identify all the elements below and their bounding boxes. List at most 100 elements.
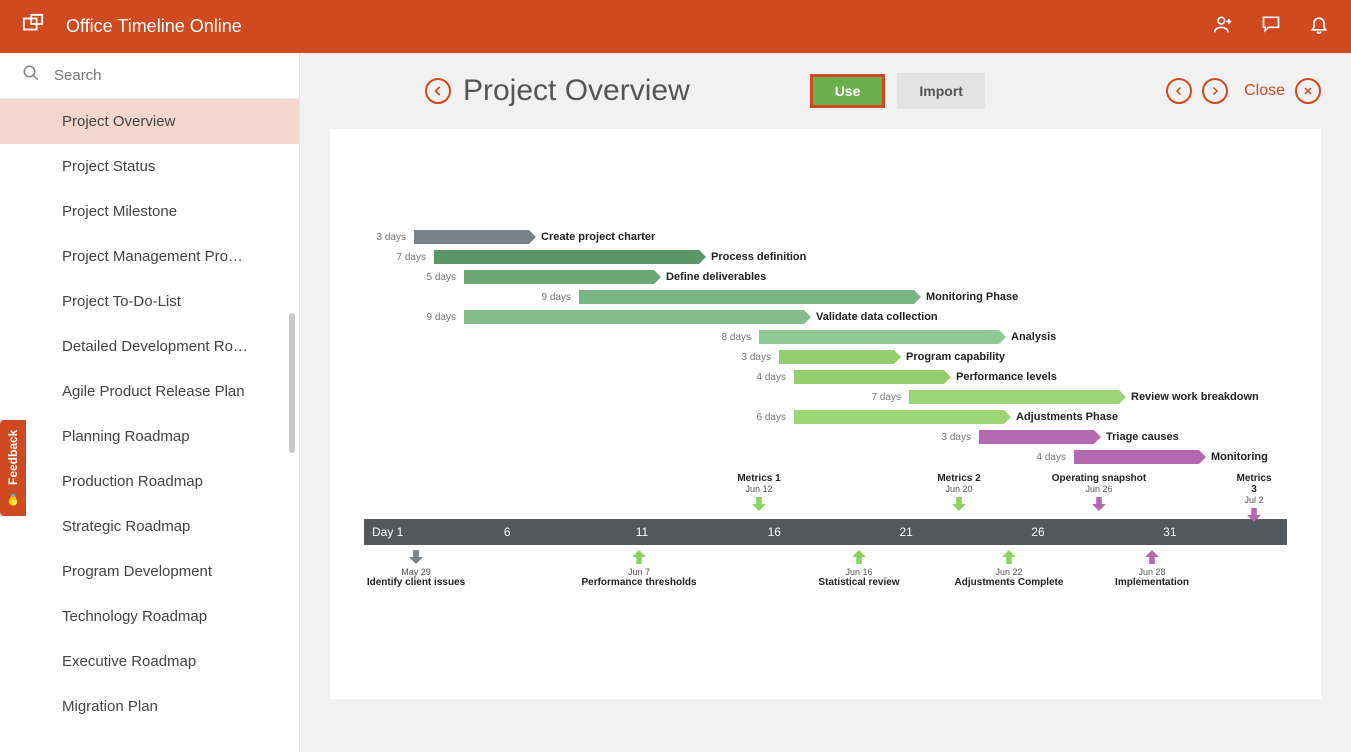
task-bar — [464, 270, 654, 284]
task-row: 5 daysDefine deliverables — [464, 269, 766, 285]
task-bar — [414, 230, 529, 244]
sidebar-item-program-development[interactable]: Program Development — [0, 549, 299, 594]
lightbulb-icon: 💡 — [6, 491, 20, 506]
task-duration: 7 days — [872, 392, 901, 403]
bell-icon[interactable] — [1309, 14, 1329, 39]
axis-tick: 16 — [760, 519, 892, 545]
axis-tick: Day 1 — [364, 519, 496, 545]
task-bar — [759, 330, 999, 344]
next-template-button[interactable] — [1202, 78, 1228, 104]
sidebar-item-migration-plan[interactable]: Migration Plan — [0, 684, 299, 729]
back-button[interactable] — [425, 78, 451, 104]
milestone-top: Metrics 3Jul 2 — [1236, 473, 1271, 525]
task-label: Triage causes — [1106, 431, 1179, 443]
milestone-bottom: Jun 28Implementation — [1115, 547, 1189, 588]
task-row: 8 daysAnalysis — [759, 329, 1056, 345]
task-duration: 3 days — [942, 432, 971, 443]
comment-icon[interactable] — [1261, 14, 1281, 39]
task-row: 7 daysProcess definition — [434, 249, 806, 265]
app-header: Office Timeline Online — [0, 0, 1351, 53]
timeline-preview: Day 161116212631 3 daysCreate project ch… — [330, 129, 1321, 699]
task-row: 4 daysMonitoring — [1074, 449, 1268, 465]
task-duration: 7 days — [397, 252, 426, 263]
axis-tick: 11 — [628, 519, 760, 545]
close-link[interactable]: Close — [1244, 82, 1285, 100]
task-row: 9 daysMonitoring Phase — [579, 289, 1018, 305]
task-bar — [1074, 450, 1199, 464]
milestone-bottom: Jun 22Adjustments Complete — [955, 547, 1064, 588]
sidebar-item-detailed-development-ro-[interactable]: Detailed Development Ro… — [0, 324, 299, 369]
task-row: 6 daysAdjustments Phase — [794, 409, 1118, 425]
task-duration: 4 days — [1037, 452, 1066, 463]
milestone-top: Metrics 2Jun 20 — [937, 473, 980, 514]
sidebar: Project OverviewProject StatusProject Mi… — [0, 53, 300, 752]
task-label: Process definition — [711, 251, 806, 263]
task-bar — [579, 290, 914, 304]
task-label: Define deliverables — [666, 271, 766, 283]
prev-template-button[interactable] — [1166, 78, 1192, 104]
sidebar-item-project-overview[interactable]: Project Overview — [0, 99, 299, 144]
milestone-bottom: Jun 7Performance thresholds — [581, 547, 696, 588]
app-logo-icon — [22, 13, 44, 40]
task-duration: 9 days — [542, 292, 571, 303]
task-duration: 9 days — [427, 312, 456, 323]
task-label: Monitoring Phase — [926, 291, 1018, 303]
milestone-top: Operating snapshotJun 26 — [1052, 473, 1146, 514]
search-input[interactable] — [54, 67, 277, 84]
task-bar — [909, 390, 1119, 404]
timeline-axis: Day 161116212631 — [364, 519, 1287, 545]
task-bar — [979, 430, 1094, 444]
task-duration: 3 days — [377, 232, 406, 243]
task-label: Validate data collection — [816, 311, 938, 323]
axis-tick: 6 — [496, 519, 628, 545]
task-row: 3 daysProgram capability — [779, 349, 1005, 365]
sidebar-item-planning-roadmap[interactable]: Planning Roadmap — [0, 414, 299, 459]
sidebar-item-project-to-do-list[interactable]: Project To-Do-List — [0, 279, 299, 324]
task-label: Review work breakdown — [1131, 391, 1259, 403]
task-label: Performance levels — [956, 371, 1057, 383]
task-label: Program capability — [906, 351, 1005, 363]
task-label: Adjustments Phase — [1016, 411, 1118, 423]
template-list[interactable]: Project OverviewProject StatusProject Mi… — [0, 99, 299, 752]
sidebar-item-agile-product-release-plan[interactable]: Agile Product Release Plan — [0, 369, 299, 414]
task-bar — [464, 310, 804, 324]
import-button[interactable]: Import — [897, 73, 985, 109]
sidebar-item-technology-roadmap[interactable]: Technology Roadmap — [0, 594, 299, 639]
milestone-bottom: Jun 16Statistical review — [818, 547, 899, 588]
user-add-icon[interactable] — [1213, 14, 1233, 39]
task-bar — [779, 350, 894, 364]
task-duration: 3 days — [742, 352, 771, 363]
task-label: Analysis — [1011, 331, 1056, 343]
task-duration: 8 days — [722, 332, 751, 343]
sidebar-item-project-status[interactable]: Project Status — [0, 144, 299, 189]
milestone-bottom: May 29Identify client issues — [367, 547, 465, 588]
sidebar-item-strategic-roadmap[interactable]: Strategic Roadmap — [0, 504, 299, 549]
sidebar-item-production-roadmap[interactable]: Production Roadmap — [0, 459, 299, 504]
task-bar — [434, 250, 699, 264]
axis-tick: 26 — [1023, 519, 1155, 545]
use-button[interactable]: Use — [810, 74, 886, 108]
task-row: 7 daysReview work breakdown — [909, 389, 1259, 405]
task-duration: 4 days — [757, 372, 786, 383]
task-label: Create project charter — [541, 231, 655, 243]
search-icon — [22, 64, 54, 87]
task-row: 3 daysTriage causes — [979, 429, 1179, 445]
axis-tick: 21 — [891, 519, 1023, 545]
sidebar-item-project-milestone[interactable]: Project Milestone — [0, 189, 299, 234]
close-button[interactable] — [1295, 78, 1321, 104]
app-title: Office Timeline Online — [66, 16, 1213, 37]
milestone-top: Metrics 1Jun 12 — [737, 473, 780, 514]
feedback-tab[interactable]: 💡 Feedback — [0, 420, 26, 516]
sidebar-item-project-management-pro-[interactable]: Project Management Pro… — [0, 234, 299, 279]
task-bar — [794, 370, 944, 384]
sidebar-scrollbar[interactable] — [289, 313, 295, 453]
content-area: Project Overview Use Import Close Day 16… — [300, 53, 1351, 752]
task-label: Monitoring — [1211, 451, 1268, 463]
page-title: Project Overview — [463, 74, 690, 108]
task-row: 3 daysCreate project charter — [414, 229, 655, 245]
task-duration: 5 days — [427, 272, 456, 283]
toolbar: Project Overview Use Import Close — [330, 73, 1321, 109]
sidebar-item-executive-roadmap[interactable]: Executive Roadmap — [0, 639, 299, 684]
task-bar — [794, 410, 1004, 424]
task-row: 4 daysPerformance levels — [794, 369, 1057, 385]
